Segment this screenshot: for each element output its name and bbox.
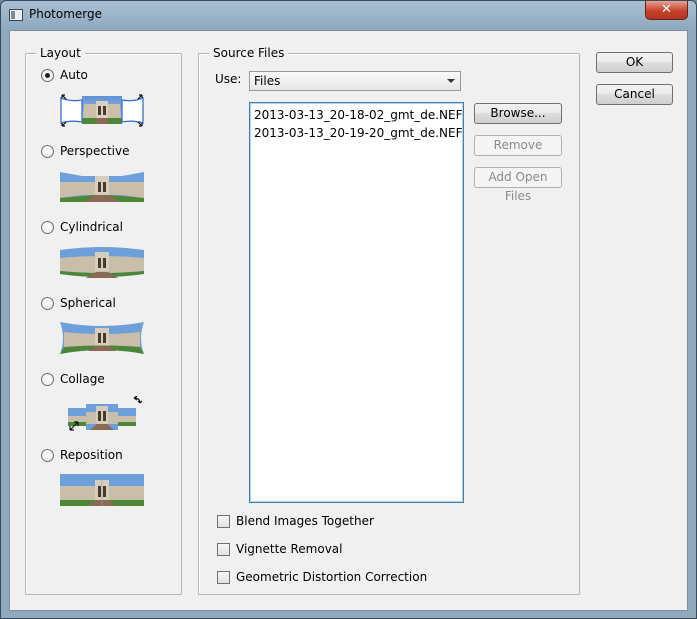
radio-label-reposition: Reposition xyxy=(60,448,123,462)
radio-collage[interactable]: Collage xyxy=(41,371,105,387)
reposition-preview-thumbnail xyxy=(60,474,144,506)
source-file-list[interactable]: 2013-03-13_20-18-02_gmt_de.NEF 2013-03-1… xyxy=(249,102,464,503)
list-item[interactable]: 2013-03-13_20-19-20_gmt_de.NEF xyxy=(254,124,463,142)
chevron-down-icon xyxy=(447,79,455,83)
collage-preview-thumbnail xyxy=(68,396,143,431)
blend-images-checkbox[interactable] xyxy=(217,514,230,528)
vignette-removal-checkbox-row[interactable]: Vignette Removal xyxy=(217,541,343,557)
remove-button[interactable]: Remove xyxy=(474,135,562,156)
radio-button[interactable] xyxy=(41,296,54,310)
source-files-group-label: Source Files xyxy=(209,46,289,60)
ok-button[interactable]: OK xyxy=(596,52,673,73)
cancel-button[interactable]: Cancel xyxy=(596,84,673,105)
use-select-value: Files xyxy=(254,74,281,88)
radio-button[interactable] xyxy=(41,68,54,82)
geometric-distortion-label: Geometric Distortion Correction xyxy=(236,570,428,584)
list-item[interactable]: 2013-03-13_20-18-02_gmt_de.NEF xyxy=(254,106,463,124)
app-icon xyxy=(9,9,23,21)
perspective-preview-thumbnail xyxy=(60,172,144,202)
radio-label-spherical: Spherical xyxy=(60,296,116,310)
vignette-removal-checkbox[interactable] xyxy=(217,542,230,556)
close-button[interactable]: ✕ xyxy=(645,1,688,20)
radio-label-auto: Auto xyxy=(60,68,88,82)
title-bar[interactable]: Photomerge ✕ xyxy=(1,1,696,29)
radio-button[interactable] xyxy=(41,144,54,158)
geometric-distortion-checkbox[interactable] xyxy=(217,570,230,584)
use-label: Use: xyxy=(215,72,242,86)
geometric-distortion-checkbox-row[interactable]: Geometric Distortion Correction xyxy=(217,569,427,585)
window-title: Photomerge xyxy=(29,7,103,21)
auto-preview-thumbnail xyxy=(60,94,144,127)
radio-cylindrical[interactable]: Cylindrical xyxy=(41,219,123,235)
radio-label-cylindrical: Cylindrical xyxy=(60,220,123,234)
radio-auto[interactable]: Auto xyxy=(41,67,88,83)
vignette-removal-label: Vignette Removal xyxy=(236,542,343,556)
browse-button[interactable]: Browse... xyxy=(474,103,562,124)
radio-button[interactable] xyxy=(41,220,54,234)
add-open-files-button[interactable]: Add Open Files xyxy=(474,167,562,203)
radio-label-perspective: Perspective xyxy=(60,144,130,158)
radio-spherical[interactable]: Spherical xyxy=(41,295,116,311)
photomerge-dialog: Photomerge ✕ Layout Auto Perspective Cyl… xyxy=(0,0,697,619)
radio-label-collage: Collage xyxy=(60,372,105,386)
spherical-preview-thumbnail xyxy=(60,322,144,354)
radio-reposition[interactable]: Reposition xyxy=(41,447,123,463)
dialog-body: Layout Auto Perspective Cylindrical Sphe… xyxy=(9,30,688,611)
layout-group: Layout Auto Perspective Cylindrical Sphe… xyxy=(25,46,182,595)
use-select[interactable]: Files xyxy=(249,71,461,91)
blend-images-label: Blend Images Together xyxy=(236,514,374,528)
radio-button[interactable] xyxy=(41,448,54,462)
radio-button[interactable] xyxy=(41,372,54,386)
source-files-group: Source Files Use: Files 2013-03-13_20-18… xyxy=(198,46,580,595)
radio-perspective[interactable]: Perspective xyxy=(41,143,130,159)
blend-images-checkbox-row[interactable]: Blend Images Together xyxy=(217,513,374,529)
cylindrical-preview-thumbnail xyxy=(60,247,144,278)
layout-group-label: Layout xyxy=(36,46,85,60)
